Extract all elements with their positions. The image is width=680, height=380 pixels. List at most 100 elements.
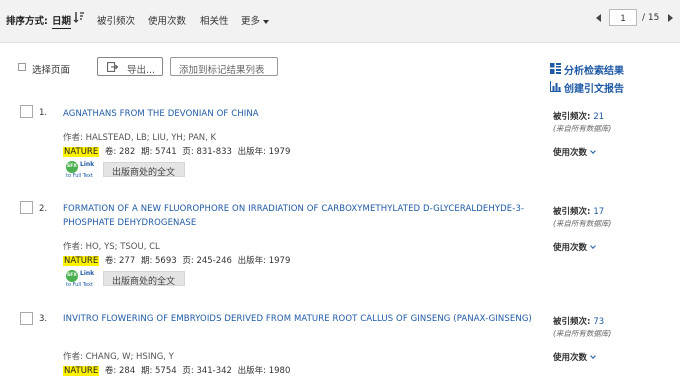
chevron-down-icon [590, 148, 596, 154]
export-button[interactable]: 导出... [97, 57, 163, 76]
record-title-link[interactable]: FORMATION OF A NEW FLUOROPHORE ON IRRADI… [63, 202, 533, 230]
record-authors: 作者: CHANG, W; HSING, Y [63, 350, 174, 362]
record-source: NATURE 卷: 277 期: 5693 页: 245-246 出版年: 19… [63, 254, 290, 266]
times-cited-count[interactable]: 21 [593, 112, 604, 122]
authors-prefix: 作者: [63, 133, 83, 143]
sfx-link-label: Link [80, 161, 95, 168]
publisher-full-text-label: 出版商处的全文 [112, 168, 176, 178]
usage-count-dropdown[interactable]: 使用次数 [553, 146, 596, 158]
issue-value: 5754 [155, 366, 177, 376]
pages-value: 831-833 [196, 147, 232, 157]
citation-report-label: 创建引文报告 [564, 84, 624, 95]
sfx-link-label: Link [80, 270, 95, 277]
usage-count-label: 使用次数 [553, 243, 588, 253]
page-number-input[interactable] [609, 9, 637, 26]
sfx-logo-icon: SFX [66, 270, 78, 282]
pages-label: 页: [182, 366, 194, 376]
volume-label: 卷: [104, 366, 117, 376]
usage-count-label: 使用次数 [553, 148, 588, 158]
publisher-full-text-button[interactable]: 出版商处的全文 [103, 162, 185, 178]
record-checkbox[interactable] [20, 105, 33, 118]
export-label: 导出... [127, 65, 156, 76]
times-cited-label: 被引频次: [553, 317, 591, 327]
usage-count-dropdown[interactable]: 使用次数 [553, 351, 596, 363]
volume-label: 卷: [104, 256, 117, 266]
chevron-down-icon [590, 353, 596, 359]
issue-value: 5693 [155, 256, 177, 266]
sfx-full-text-label: to Full Text [66, 282, 93, 288]
pages-value: 245-246 [196, 256, 232, 266]
record-source: NATURE 卷: 284 期: 5754 页: 341-342 出版年: 19… [63, 364, 290, 376]
sfx-logo-icon: SFX [66, 161, 78, 173]
record-authors: 作者: HALSTEAD, LB; LIU, YH; PAN, K [63, 131, 216, 143]
select-page-label: 选择页面 [32, 65, 71, 76]
analyze-grid-icon [550, 63, 561, 74]
issue-value: 5741 [155, 147, 177, 157]
times-cited-count[interactable]: 73 [593, 317, 604, 327]
publisher-full-text-button[interactable]: 出版商处的全文 [103, 271, 185, 287]
record-title-link[interactable]: AGNATHANS FROM THE DEVONIAN OF CHINA [63, 107, 533, 121]
times-cited: 被引频次: 17 [553, 205, 604, 217]
add-to-marked-list-label: 添加到标记结果列表 [179, 65, 265, 76]
record-checkbox[interactable] [20, 312, 33, 325]
usage-count-dropdown[interactable]: 使用次数 [553, 241, 596, 253]
journal-name: NATURE [63, 147, 100, 157]
year-label: 出版年: [237, 256, 267, 266]
sort-option-date[interactable]: 日期 [52, 13, 72, 29]
times-cited: 被引频次: 21 [553, 110, 604, 122]
sort-toolbar: 排序方式: 日期 被引频次 使用次数 相关性 更多 / 15 [0, 0, 680, 43]
sort-descending-icon[interactable] [73, 11, 85, 23]
record-number: 1. [39, 108, 48, 118]
sort-more-label: 更多 [241, 16, 261, 27]
year-label: 出版年: [237, 147, 267, 157]
sort-option-usage[interactable]: 使用次数 [148, 13, 186, 27]
chevron-down-icon [590, 243, 596, 249]
times-cited-label: 被引频次: [553, 112, 591, 122]
issue-label: 期: [140, 366, 153, 376]
authors-prefix: 作者: [63, 352, 83, 362]
sfx-link-button[interactable]: SFX Link to Full Text [66, 270, 100, 289]
next-page-icon[interactable] [668, 14, 673, 22]
export-icon [107, 62, 118, 72]
record-authors: 作者: HO, YS; TSOU, CL [63, 240, 160, 252]
all-databases-note: (来自所有数据库) [553, 329, 612, 338]
volume-value: 284 [119, 366, 136, 376]
volume-label: 卷: [104, 147, 117, 157]
page-total: / 15 [642, 13, 660, 23]
sfx-full-text-label: to Full Text [66, 173, 93, 179]
usage-count-label: 使用次数 [553, 353, 588, 363]
times-cited-count[interactable]: 17 [593, 207, 604, 217]
sort-option-times-cited[interactable]: 被引频次 [97, 13, 135, 27]
record-title-link[interactable]: INVITRO FLOWERING OF EMBRYOIDS DERIVED F… [63, 312, 533, 326]
authors-list[interactable]: HALSTEAD, LB; LIU, YH; PAN, K [86, 133, 217, 143]
issue-label: 期: [140, 147, 153, 157]
analyze-results-label: 分析检索结果 [564, 66, 624, 77]
record-number: 2. [39, 204, 48, 214]
select-page-checkbox[interactable] [18, 63, 26, 71]
volume-value: 277 [119, 256, 136, 266]
journal-name: NATURE [63, 256, 100, 266]
all-databases-note: (来自所有数据库) [553, 219, 612, 228]
volume-value: 282 [119, 147, 136, 157]
year-value: 1979 [268, 256, 291, 266]
authors-list[interactable]: CHANG, W; HSING, Y [86, 352, 174, 362]
times-cited-label: 被引频次: [553, 207, 591, 217]
issue-label: 期: [140, 256, 153, 266]
authors-list[interactable]: HO, YS; TSOU, CL [86, 242, 160, 252]
prev-page-icon[interactable] [596, 14, 601, 22]
times-cited: 被引频次: 73 [553, 315, 604, 327]
sfx-link-button[interactable]: SFX Link to Full Text [66, 161, 100, 180]
journal-name: NATURE [63, 366, 100, 376]
sort-more-dropdown[interactable]: 更多 [241, 13, 270, 27]
caret-down-icon [263, 19, 270, 24]
add-to-marked-list-button[interactable]: 添加到标记结果列表 [170, 57, 278, 76]
pages-value: 341-342 [196, 366, 232, 376]
authors-prefix: 作者: [63, 242, 83, 252]
sort-option-relevance[interactable]: 相关性 [200, 13, 229, 27]
all-databases-note: (来自所有数据库) [553, 124, 612, 133]
bar-chart-icon [550, 81, 561, 92]
year-label: 出版年: [237, 366, 267, 376]
record-checkbox[interactable] [20, 201, 33, 214]
record-source: NATURE 卷: 282 期: 5741 页: 831-833 出版年: 19… [63, 145, 290, 157]
year-value: 1980 [268, 366, 291, 376]
